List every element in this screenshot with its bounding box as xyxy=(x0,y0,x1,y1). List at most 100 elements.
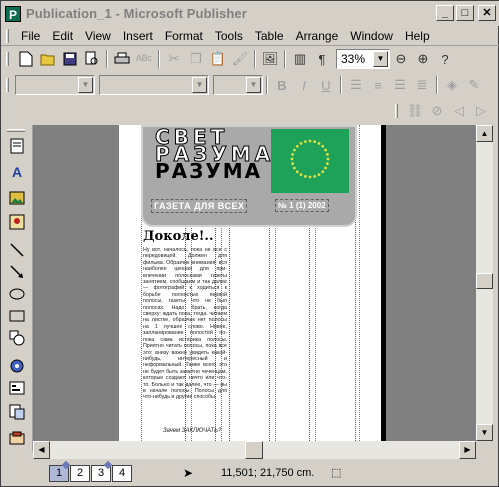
bold-icon[interactable]: B xyxy=(271,74,293,96)
masthead[interactable]: СВЕТ РАЗУМА РАЗУМА ГАЗЕТА ДЛЯ ВСЕХ № 1 (… xyxy=(141,125,357,227)
menu-file[interactable]: File xyxy=(15,27,46,45)
save-icon[interactable] xyxy=(59,48,81,70)
picture-frame-icon[interactable] xyxy=(6,187,28,209)
new-icon[interactable] xyxy=(15,48,37,70)
copy-icon[interactable]: ❐ xyxy=(185,48,207,70)
scroll-down-icon[interactable]: ▼ xyxy=(476,424,493,441)
next-frame-icon[interactable]: ▷ xyxy=(470,100,492,122)
menu-grip[interactable] xyxy=(6,28,9,43)
font-combo[interactable]: ▼ xyxy=(99,75,209,95)
publisher-icon[interactable]: P xyxy=(5,5,21,22)
margin-guide xyxy=(359,125,360,441)
page-tab-3[interactable]: 3 xyxy=(91,460,113,482)
print-icon[interactable] xyxy=(111,48,133,70)
flag-star xyxy=(299,142,303,145)
page-number: 2 xyxy=(76,467,84,479)
chevron-down-icon[interactable]: ▼ xyxy=(373,51,388,67)
page-tab-1[interactable]: 1 xyxy=(49,460,71,482)
format-painter-icon[interactable]: 🖌 xyxy=(229,48,251,70)
toolbar-grip[interactable] xyxy=(6,78,9,92)
design-gallery-icon[interactable] xyxy=(6,427,28,449)
scroll-right-icon[interactable]: ▶ xyxy=(459,441,476,459)
zoom-combo[interactable]: 33% ▼ xyxy=(336,49,390,69)
columns-icon[interactable]: ▥ xyxy=(289,48,311,70)
scroll-left-icon[interactable]: ◀ xyxy=(33,441,50,459)
page-tab-4[interactable]: 4 xyxy=(112,465,132,482)
page-tab-2[interactable]: 2 xyxy=(70,465,90,482)
menu-view[interactable]: View xyxy=(79,27,117,45)
paste-icon[interactable]: 📋 xyxy=(207,48,229,70)
italic-icon[interactable]: I xyxy=(293,74,315,96)
chevron-down-icon[interactable]: ▼ xyxy=(246,77,261,93)
link-frames-icon[interactable]: ⛓ xyxy=(404,100,426,122)
chevron-down-icon[interactable]: ▼ xyxy=(78,77,93,93)
rectangle-icon[interactable] xyxy=(6,305,28,327)
article-headline[interactable]: Доколе!.. xyxy=(143,229,213,244)
insert-picture-icon[interactable]: 🖼 xyxy=(259,48,281,70)
menu-help[interactable]: Help xyxy=(399,27,436,45)
print-preview-icon[interactable] xyxy=(81,48,103,70)
toolbar-grip[interactable] xyxy=(7,129,25,132)
eu-flag-picture[interactable] xyxy=(271,129,349,193)
scroll-up-icon[interactable]: ▲ xyxy=(476,125,493,142)
help-icon[interactable]: ? xyxy=(434,48,456,70)
close-button[interactable]: ✕ xyxy=(478,5,496,21)
spelling-icon[interactable]: ᴬᴮᶜ xyxy=(133,48,155,70)
previous-frame-icon[interactable]: ◁ xyxy=(448,100,470,122)
article-text-frame[interactable]: Ну вот, началось, пока не все с передови… xyxy=(143,247,227,427)
form-control-icon[interactable] xyxy=(6,377,28,399)
maximize-button[interactable]: □ xyxy=(456,5,474,21)
oval-icon[interactable] xyxy=(6,283,28,305)
line-color-icon[interactable]: ✎ xyxy=(463,74,485,96)
open-icon[interactable] xyxy=(37,48,59,70)
align-right-icon[interactable]: ☰ xyxy=(389,74,411,96)
line-icon[interactable] xyxy=(6,239,28,261)
zoom-in-icon[interactable]: ⊕ xyxy=(412,48,434,70)
html-fragment-icon[interactable] xyxy=(6,401,28,423)
menu-format[interactable]: Format xyxy=(159,27,209,45)
menu-arrange[interactable]: Arrange xyxy=(290,27,345,45)
justify-icon[interactable]: ≣ xyxy=(411,74,433,96)
formatting-toolbar: ▼ ▼ ▼ B I U ☰ ≡ ☰ ≣ ◈ ✎ xyxy=(1,73,499,97)
hotspot-icon[interactable] xyxy=(6,355,28,377)
object-toolbar: A xyxy=(1,125,33,451)
article-signature[interactable]: Зачем ЗАКЛЮЧАТЬ? xyxy=(163,428,221,434)
text-box-icon[interactable]: A xyxy=(6,161,28,183)
horizontal-scrollbar[interactable]: ◀ ▶ xyxy=(33,441,476,459)
special-characters-icon[interactable]: ¶ xyxy=(311,48,333,70)
menu-table[interactable]: Table xyxy=(249,27,290,45)
autoshapes-icon[interactable] xyxy=(6,327,28,349)
chevron-down-icon[interactable]: ▼ xyxy=(192,77,207,93)
unlink-frames-icon[interactable]: ⊘ xyxy=(426,100,448,122)
masthead-title: СВЕТ РАЗУМА РАЗУМА xyxy=(155,127,271,182)
menu-tools[interactable]: Tools xyxy=(209,27,249,45)
masthead-issue[interactable]: № 1 (1) 2002 xyxy=(275,199,329,212)
flag-star xyxy=(324,148,327,152)
select-icon[interactable] xyxy=(6,135,28,157)
flag-star xyxy=(317,142,321,145)
menu-window[interactable]: Window xyxy=(344,27,399,45)
horizontal-scroll-thumb[interactable] xyxy=(245,441,263,459)
menu-insert[interactable]: Insert xyxy=(117,27,159,45)
size-combo[interactable]: ▼ xyxy=(213,75,263,95)
vertical-scroll-thumb[interactable] xyxy=(476,273,493,289)
underline-icon[interactable]: U xyxy=(315,74,337,96)
cut-icon[interactable]: ✂ xyxy=(163,48,185,70)
align-center-icon[interactable]: ≡ xyxy=(367,74,389,96)
clip-art-icon[interactable] xyxy=(6,211,28,233)
minimize-button[interactable]: _ xyxy=(436,5,454,21)
toolbar-grip[interactable] xyxy=(395,104,398,118)
vertical-scrollbar[interactable]: ▲ ▼ xyxy=(476,125,493,441)
zoom-out-icon[interactable]: ⊖ xyxy=(390,48,412,70)
document-workspace[interactable]: СВЕТ РАЗУМА РАЗУМА ГАЗЕТА ДЛЯ ВСЕХ № 1 (… xyxy=(33,125,476,441)
arrow-icon[interactable] xyxy=(6,261,28,283)
toolbar-grip[interactable] xyxy=(6,52,9,66)
publication-page[interactable]: СВЕТ РАЗУМА РАЗУМА ГАЗЕТА ДЛЯ ВСЕХ № 1 (… xyxy=(119,125,381,441)
menu-edit[interactable]: Edit xyxy=(46,27,79,45)
align-left-icon[interactable]: ☰ xyxy=(345,74,367,96)
fill-color-icon[interactable]: ◈ xyxy=(441,74,463,96)
flag-star xyxy=(326,157,330,161)
flag-star xyxy=(321,144,325,148)
masthead-subtitle[interactable]: ГАЗЕТА ДЛЯ ВСЕХ xyxy=(151,199,248,213)
style-combo[interactable]: ▼ xyxy=(15,75,95,95)
